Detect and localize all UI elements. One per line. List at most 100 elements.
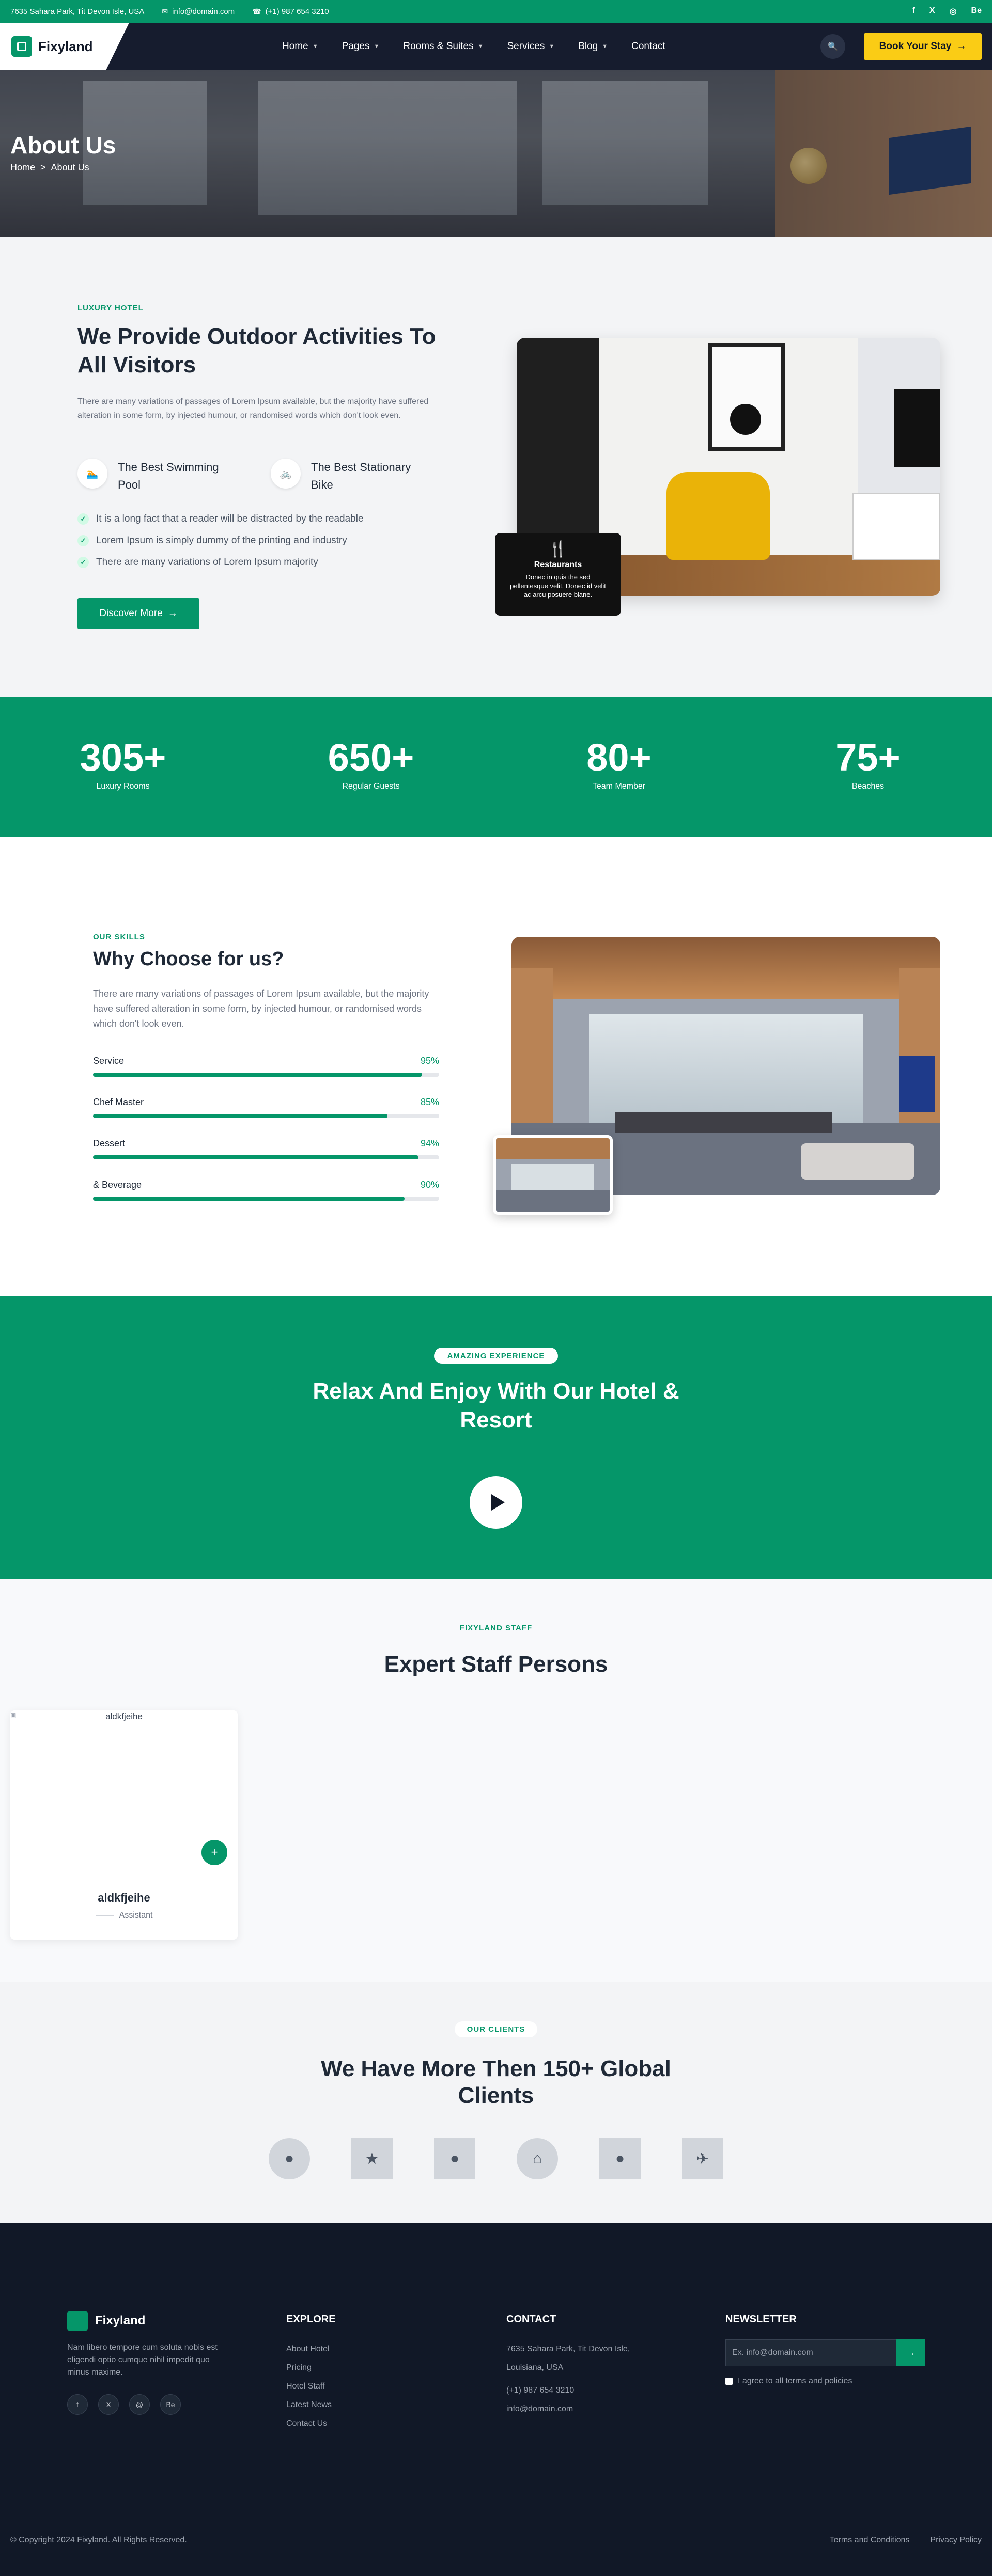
address-info: 7635 Sahara Park, Tit Devon Isle, USA [10, 7, 144, 16]
chevron-down-icon: ▼ [312, 43, 318, 50]
skill-fill [93, 1114, 388, 1118]
skill-fill [93, 1073, 422, 1077]
logo[interactable]: Fixyland [0, 23, 129, 70]
facebook-icon[interactable]: f [912, 6, 915, 17]
privacy-link[interactable]: Privacy Policy [930, 2536, 982, 2545]
clients-title: We Have More Then 150+ Global Clients [321, 2056, 671, 2108]
footer-address: 7635 Sahara Park, Tit Devon Isle, [506, 2345, 630, 2353]
skill-bar-chef: Chef Master 85% [93, 1097, 439, 1118]
footer-phone[interactable]: (+1) 987 654 3210 [506, 2381, 630, 2400]
logo-text: Fixyland [38, 38, 93, 54]
email-text[interactable]: info@domain.com [172, 7, 235, 16]
footer-contact: CONTACT 7635 Sahara Park, Tit Devon Isle… [506, 2314, 630, 2418]
behance-icon[interactable]: Be [971, 6, 982, 17]
logo-icon [11, 36, 32, 57]
skill-bar-beverage: & Beverage 90% [93, 1180, 439, 1201]
footer-heading: EXPLORE [286, 2314, 336, 2325]
email-info[interactable]: ✉ info@domain.com [162, 7, 235, 16]
footer-explore: EXPLORE About Hotel Pricing Hotel Staff … [286, 2314, 336, 2433]
agree-label: I agree to all terms and policies [738, 2377, 853, 2385]
client-logo-circle-icon[interactable]: ● [269, 2138, 310, 2179]
check-icon: ✓ [78, 557, 89, 568]
agree-terms[interactable]: I agree to all terms and policies [725, 2377, 852, 2386]
agree-checkbox[interactable] [725, 2378, 733, 2385]
arrow-right-icon: → [956, 41, 967, 52]
nav-item-pages[interactable]: Pages ▼ [342, 41, 380, 52]
instagram-icon[interactable]: ◎ [950, 6, 957, 17]
footer-link[interactable]: Latest News [286, 2396, 336, 2414]
client-logo-plane-icon[interactable]: ✈ [682, 2138, 723, 2179]
newsletter-email-input[interactable]: Ex. info@domain.com [725, 2339, 925, 2366]
footer-link[interactable]: Pricing [286, 2359, 336, 2377]
page-hero: About Us Home > About Us [0, 70, 992, 237]
stat-guests: 650+ Regular Guests [328, 736, 414, 791]
mail-icon: ✉ [162, 7, 168, 15]
footer: Fixyland Nam libero tempore cum soluta n… [0, 2223, 992, 2576]
x-icon[interactable]: X [98, 2394, 119, 2415]
staff-name[interactable]: aldkfjeihe [10, 1891, 238, 1905]
nav-item-blog[interactable]: Blog ▼ [578, 41, 608, 52]
logo-icon [67, 2311, 88, 2331]
client-logo-circle-icon[interactable]: ● [434, 2138, 475, 2179]
skills-section: OUR SKILLS Why Choose for us? There are … [0, 837, 992, 1296]
breadcrumb-home[interactable]: Home [10, 162, 35, 173]
chevron-down-icon: ▼ [602, 43, 608, 50]
staff-image-alt: aldkfjeihe [105, 1711, 143, 1721]
skill-bar-dessert: Dessert 94% [93, 1138, 439, 1159]
terms-link[interactable]: Terms and Conditions [830, 2536, 910, 2545]
client-logo-circle-icon[interactable]: ● [599, 2138, 641, 2179]
restaurant-title: Restaurants [534, 560, 582, 569]
feature-label: The Best Swimming Pool [118, 461, 219, 491]
chevron-down-icon: ▼ [549, 43, 555, 50]
facebook-icon[interactable]: f [67, 2394, 88, 2415]
play-video-button[interactable] [470, 1476, 522, 1529]
footer-email[interactable]: info@domain.com [506, 2400, 630, 2418]
client-logo-home-icon[interactable]: ⌂ [517, 2138, 558, 2179]
behance-icon[interactable]: Be [160, 2394, 181, 2415]
address-text: 7635 Sahara Park, Tit Devon Isle, USA [10, 7, 145, 16]
skills-eyebrow: OUR SKILLS [93, 933, 145, 941]
experience-section: AMAZING EXPERIENCE Relax And Enjoy With … [0, 1296, 992, 1579]
staff-section: FIXYLAND STAFF Expert Staff Persons ▣ al… [0, 1579, 992, 1982]
footer-link[interactable]: About Hotel [286, 2340, 336, 2359]
footer-logo[interactable]: Fixyland [67, 2311, 145, 2331]
top-bar: 7635 Sahara Park, Tit Devon Isle, USA ✉ i… [0, 0, 992, 23]
phone-info[interactable]: ☎ (+1) 987 654 3210 [252, 7, 329, 16]
discover-more-button[interactable]: Discover More → [78, 598, 199, 629]
at-icon[interactable]: @ [129, 2394, 150, 2415]
clients-section: OUR CLIENTS We Have More Then 150+ Globa… [0, 1982, 992, 2223]
experience-badge: AMAZING EXPERIENCE [434, 1348, 558, 1364]
about-title: We Provide Outdoor Activities To All Vis… [78, 324, 436, 378]
footer-newsletter: NEWSLETTER [725, 2314, 797, 2340]
phone-text[interactable]: (+1) 987 654 3210 [266, 7, 329, 16]
footer-link[interactable]: Contact Us [286, 2414, 336, 2433]
client-logo-star-icon[interactable]: ★ [351, 2138, 393, 2179]
about-eyebrow: LUXURY HOTEL [78, 304, 144, 312]
book-stay-button[interactable]: Book Your Stay → [864, 33, 982, 60]
newsletter-submit-button[interactable]: → [896, 2339, 925, 2366]
nav-item-contact[interactable]: Contact [631, 41, 665, 52]
chevron-down-icon: ▼ [477, 43, 484, 50]
search-button[interactable]: 🔍 [820, 34, 845, 59]
about-desc: There are many variations of passages of… [78, 397, 429, 420]
cutlery-icon: 🍴 [548, 541, 568, 558]
footer-link[interactable]: Hotel Staff [286, 2377, 336, 2396]
check-icon: ✓ [78, 535, 89, 546]
nav-item-rooms[interactable]: Rooms & Suites ▼ [403, 41, 483, 52]
chevron-down-icon: ▼ [374, 43, 380, 50]
clients-badge: OUR CLIENTS [455, 2021, 537, 2037]
x-icon[interactable]: X [929, 6, 935, 17]
staff-title: Expert Staff Persons [384, 1652, 608, 1677]
stat-beaches: 75+ Beaches [835, 736, 901, 791]
experience-title: Relax And Enjoy With Our Hotel & Resort [313, 1378, 679, 1433]
nav-item-services[interactable]: Services ▼ [507, 41, 554, 52]
breadcrumb: Home > About Us [10, 162, 89, 173]
staff-card: ▣ aldkfjeihe + aldkfjeihe Assistant [10, 1710, 238, 1940]
footer-desc: Nam libero tempore cum soluta nobis est … [67, 2343, 218, 2377]
nav-item-home[interactable]: Home ▼ [282, 41, 318, 52]
arrow-right-icon: → [905, 2347, 916, 2359]
feature-label: The Best Stationary Bike [311, 461, 411, 491]
share-plus-button[interactable]: + [202, 1840, 227, 1865]
page-title: About Us [10, 132, 116, 159]
menu: Home ▼ Pages ▼ Rooms & Suites ▼ Services ▼ B… [282, 23, 665, 70]
